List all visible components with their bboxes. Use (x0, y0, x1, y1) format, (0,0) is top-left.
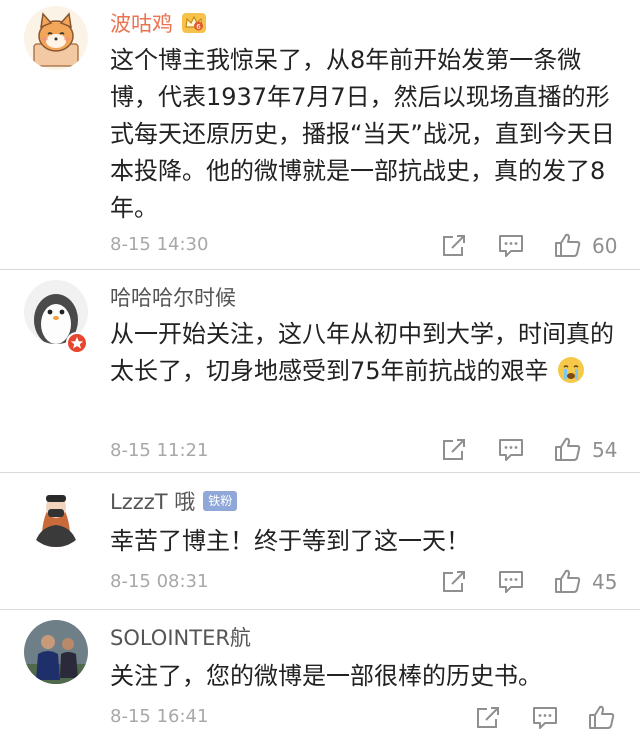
user-avatar-shiba[interactable] (24, 6, 88, 70)
comment-timestamp: 8-15 08:31 (110, 571, 209, 592)
like-count: 60 (592, 234, 618, 258)
crying-face-icon (558, 357, 585, 383)
comment-text-content: 从一开始关注，这八年从初中到大学，时间真的太长了，切身地感受到75年前抗战的艰辛 (110, 320, 614, 385)
comment-text: 幸苦了博主！终于等到了这一天！ (110, 527, 470, 555)
comment-item: 哈哈哈尔时候 从一开始关注，这八年从初中到大学，时间真的太长了，切身地感受到75… (0, 270, 640, 473)
username[interactable]: LzzzT 哦 (110, 486, 195, 516)
football-player-photo-avatar-icon (24, 620, 88, 684)
fan-badge: 铁粉 (203, 491, 238, 511)
comment-timestamp: 8-15 16:41 (110, 706, 209, 727)
comment-text: 关注了，您的微博是一部很棒的历史书。 (110, 662, 542, 690)
comment-item: SOLOINTER航 关注了，您的微博是一部很棒的历史书。 8-15 16:41 (0, 610, 640, 739)
thumbs-up-icon[interactable] (554, 568, 582, 594)
username-row: LzzzT 哦 铁粉 (110, 486, 238, 516)
comment-item: 波咕鸡 6 这个博主我惊呆了，从8年前开始发第一条微博，代表1937年7月7日，… (0, 0, 640, 270)
user-avatar-photo[interactable] (24, 483, 88, 547)
comment-timestamp: 8-15 11:21 (110, 440, 209, 461)
svg-text:6: 6 (196, 23, 201, 31)
username[interactable]: SOLOINTER航 (110, 622, 251, 652)
share-icon[interactable] (440, 437, 468, 463)
like-count: 45 (592, 570, 618, 594)
comment-text: 从一开始关注，这八年从初中到大学，时间真的太长了，切身地感受到75年前抗战的艰辛 (110, 316, 620, 390)
username[interactable]: 波咕鸡 (110, 8, 173, 38)
comment-text: 这个博主我惊呆了，从8年前开始发第一条微博，代表1937年7月7日，然后以现场直… (110, 46, 615, 222)
username-row: SOLOINTER航 (110, 622, 251, 652)
like-count: 54 (592, 438, 618, 462)
user-avatar-photo[interactable] (24, 620, 88, 684)
share-icon[interactable] (440, 233, 468, 259)
reply-icon[interactable] (497, 437, 525, 463)
reply-icon[interactable] (531, 705, 559, 731)
comment-timestamp: 8-15 14:30 (110, 234, 209, 255)
username-row: 哈哈哈尔时候 (110, 282, 236, 312)
woman-photo-avatar-icon (24, 483, 88, 547)
username[interactable]: 哈哈哈尔时候 (110, 282, 236, 312)
thumbs-up-icon[interactable] (554, 232, 582, 258)
username-row: 波咕鸡 6 (110, 8, 207, 38)
thumbs-up-icon[interactable] (554, 436, 582, 462)
red-star-verified-icon (66, 332, 88, 354)
share-icon[interactable] (440, 569, 468, 595)
reply-icon[interactable] (497, 233, 525, 259)
crown-vip-icon: 6 (182, 13, 206, 33)
thumbs-up-icon[interactable] (588, 704, 616, 730)
comment-item: LzzzT 哦 铁粉 幸苦了博主！终于等到了这一天！ 8-15 08:31 45 (0, 473, 640, 610)
shiba-dog-avatar-icon (24, 6, 88, 70)
reply-icon[interactable] (497, 569, 525, 595)
share-icon[interactable] (474, 705, 502, 731)
